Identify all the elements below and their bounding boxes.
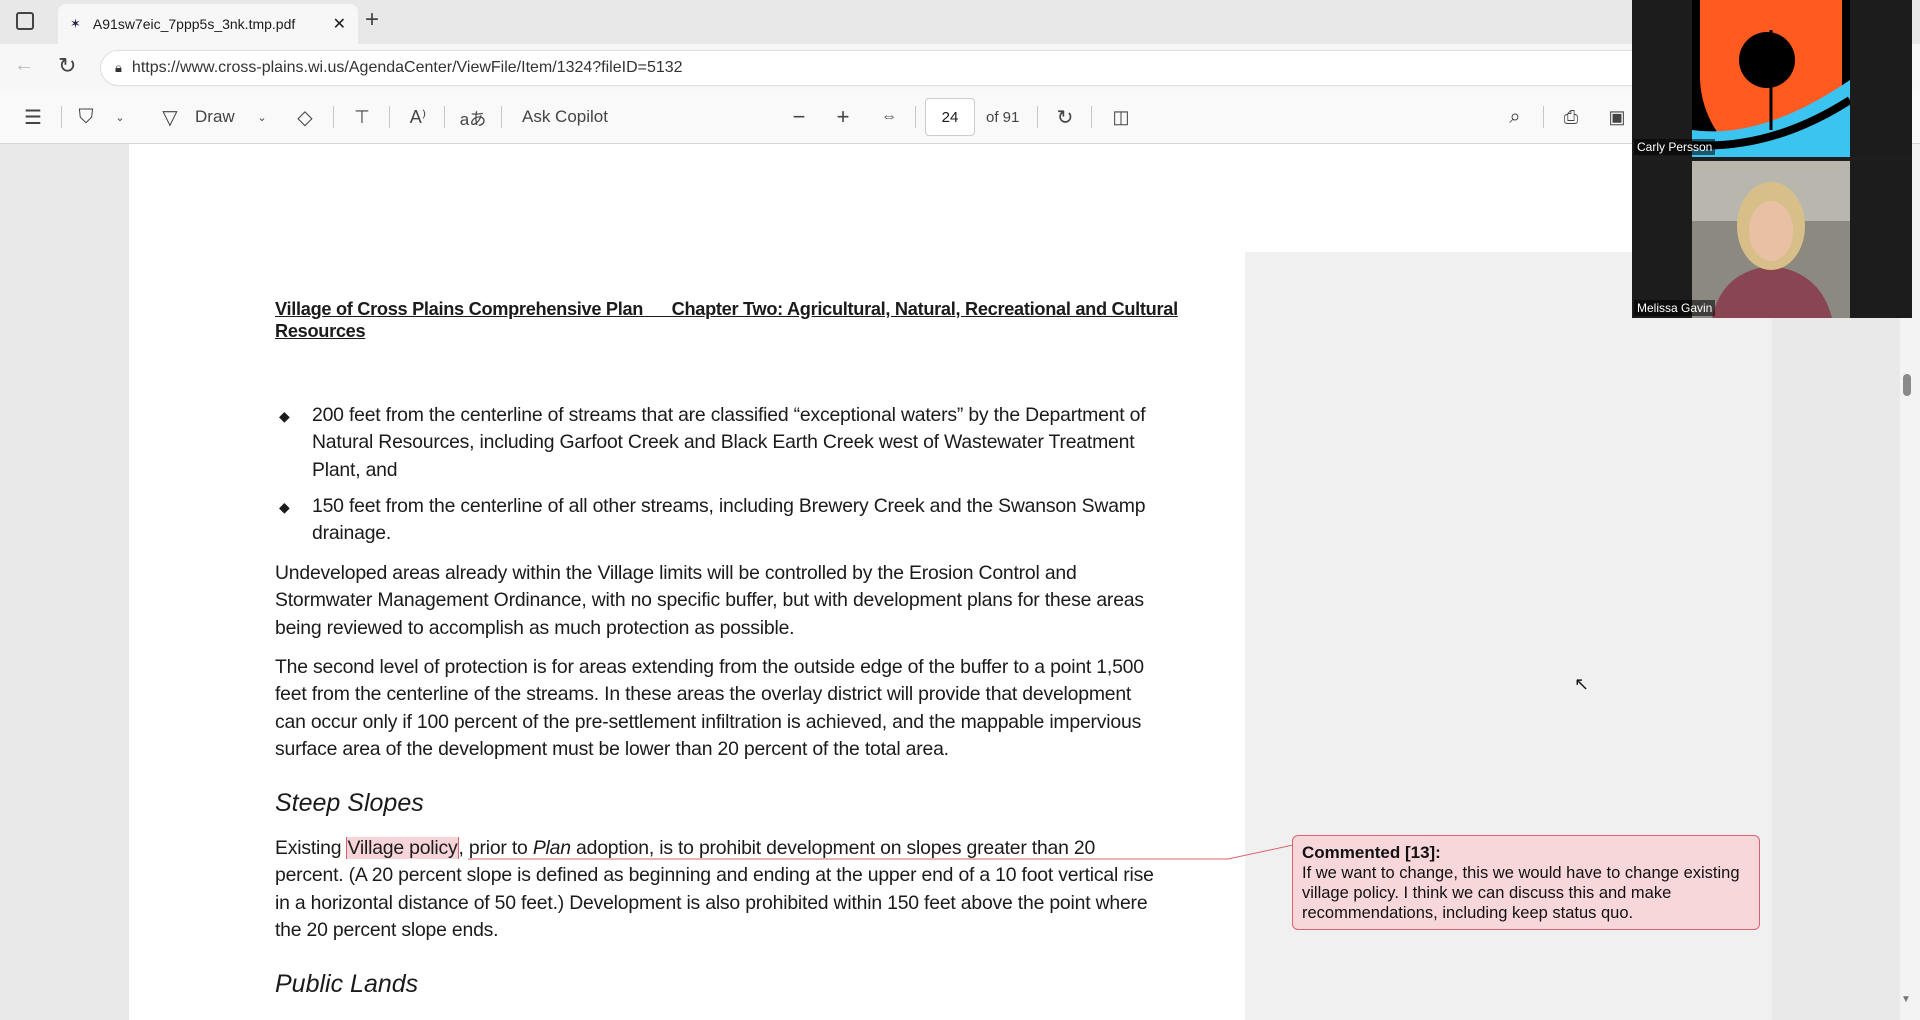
text: Existing [275, 837, 347, 859]
scroll-down-icon[interactable]: ▼ [1901, 994, 1911, 1005]
video-tile[interactable]: Carly Persson [1632, 0, 1912, 157]
comment-connector [468, 844, 1294, 860]
participant-photo [1692, 161, 1850, 318]
save-icon[interactable]: ▣ [1604, 90, 1630, 144]
page-number-input[interactable]: 24 [925, 98, 975, 136]
line: Undeveloped areas already within the Vil… [275, 562, 1077, 584]
comment-title: Commented [13]: [1302, 843, 1441, 862]
tab-title: A91sw7eic_7ppp5s_3nk.tmp.pdf [92, 16, 296, 32]
video-panel: Carly Persson Melissa Gavin [1632, 0, 1912, 318]
section-heading: Public Lands [275, 970, 419, 998]
header-line: Resources [275, 321, 366, 341]
line: Stormwater Management Ordinance, with no… [275, 589, 1144, 612]
mouse-cursor-icon: ↖ [1574, 674, 1590, 694]
bullet-icon: ◆ [279, 408, 290, 424]
text-box-icon[interactable]: ⊤ [349, 90, 375, 144]
line: percent. (A 20 percent slope is defined … [275, 864, 1154, 887]
header-line: Village of Cross Plains Comprehensive Pl… [275, 299, 1178, 319]
search-icon[interactable]: ⌕ [1502, 90, 1528, 144]
url-bar[interactable]: 🔒︎ https://www.cross-plains.wi.us/Agenda… [100, 50, 1700, 86]
bullet-icon: ◆ [279, 498, 290, 515]
list-item: ◆ 150 feet from the centerline of all ot… [275, 493, 1146, 548]
line: feet from the centerline of the streams.… [275, 683, 1132, 706]
comment-box[interactable]: Commented [13]: If we want to change, th… [1292, 835, 1760, 930]
lock-icon: 🔒︎ [115, 60, 122, 75]
contents-icon[interactable]: ☰ [18, 90, 48, 144]
video-tile[interactable]: Melissa Gavin [1632, 161, 1912, 318]
eraser-icon[interactable]: ◇ [292, 90, 318, 144]
paragraph: The second level of protection is for ar… [275, 654, 1144, 763]
line: being reviewed to accomplish as much pro… [275, 616, 795, 639]
chevron-down-icon[interactable]: ⌄ [110, 90, 130, 144]
bullet-list: ◆ 200 feet from the centerline of stream… [275, 402, 1146, 548]
close-tab-icon[interactable]: ✕ [333, 14, 346, 34]
commented-text[interactable]: Village policy [346, 837, 459, 859]
line: the 20 percent slope ends. [275, 918, 499, 941]
line: Natural Resources, including Garfoot Cre… [312, 431, 1135, 454]
line: surface area of the development must be … [275, 737, 949, 760]
page-total: of 91 [986, 108, 1020, 126]
refresh-icon[interactable]: ↻ [58, 53, 76, 79]
tab-pdf[interactable]: ✶ A91sw7eic_7ppp5s_3nk.tmp.pdf ✕ [58, 4, 358, 44]
url-text: https://www.cross-plains.wi.us/AgendaCen… [131, 59, 683, 76]
new-tab-button[interactable]: + [365, 6, 379, 34]
back-icon[interactable]: ← [14, 54, 34, 77]
ask-copilot-button[interactable]: Ask Copilot [522, 90, 608, 144]
line: in a horizontal distance of 50 feet.) De… [275, 891, 1148, 914]
sidebar-toggle-icon[interactable] [16, 12, 34, 30]
chevron-down-icon[interactable]: ⌄ [252, 90, 272, 144]
pdf-favicon-icon: ✶ [70, 16, 81, 31]
document-header: Village of Cross Plains Comprehensive Pl… [275, 298, 1178, 342]
read-aloud-icon[interactable]: A⁾ [404, 90, 432, 144]
rotate-icon[interactable]: ↻ [1052, 90, 1078, 144]
list-item: ◆ 200 feet from the centerline of stream… [275, 402, 1146, 484]
section-heading: Steep Slopes [275, 789, 424, 817]
line: drainage. [312, 522, 392, 545]
paragraph: Undeveloped areas already within the Vil… [275, 560, 1144, 642]
highlight-icon[interactable]: ⛉ [72, 90, 100, 144]
line: 200 feet from the centerline of streams … [312, 404, 1146, 426]
translate-icon[interactable]: aあ [458, 90, 488, 144]
line: Plant, and [312, 458, 398, 481]
fit-width-icon[interactable]: ⇔ [876, 90, 902, 144]
line: The second level of protection is for ar… [275, 656, 1144, 678]
comment-text: If we want to change, this we would have… [1302, 864, 1740, 922]
page-view-icon[interactable]: ◫ [1108, 90, 1134, 144]
participant-name: Carly Persson [1634, 139, 1716, 155]
line: 150 feet from the centerline of all othe… [312, 494, 1146, 517]
scrollbar-thumb[interactable] [1903, 374, 1911, 396]
draw-button[interactable]: Draw [195, 90, 235, 144]
line: can occur only if 100 percent of the pre… [275, 710, 1142, 733]
zoom-in-icon[interactable]: + [832, 90, 854, 144]
participant-logo [1692, 0, 1850, 157]
draw-icon[interactable]: ▽ [157, 90, 183, 144]
zoom-out-icon[interactable]: − [788, 90, 810, 144]
participant-name: Melissa Gavin [1634, 300, 1716, 316]
print-icon[interactable]: ⎙ [1558, 90, 1584, 144]
